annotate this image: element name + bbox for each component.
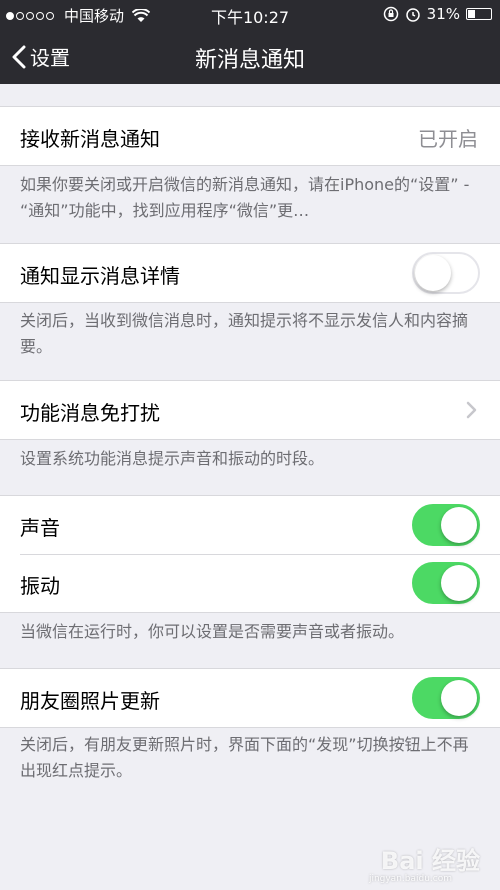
moments-label: 朋友圈照片更新 — [20, 689, 160, 713]
page-title: 新消息通知 — [194, 48, 305, 73]
moments-row: 朋友圈照片更新 — [0, 669, 500, 727]
details-note: 关闭后，当收到微信消息时，通知提示将不显示发信人和内容摘要。 — [20, 311, 469, 356]
moments-group: 朋友圈照片更新 — [0, 668, 500, 728]
show-details-row: 通知显示消息详情 — [0, 244, 500, 302]
show-details-label: 通知显示消息详情 — [20, 264, 180, 288]
vibration-row: 振动 — [0, 554, 500, 612]
rotation-lock-icon — [383, 6, 398, 22]
status-bar: 中国移动 下午10:27 31% — [0, 0, 500, 28]
moments-note: 关闭后，有朋友更新照片时，界面下面的“发现”切换按钮上不再出现红点提示。 — [20, 735, 469, 780]
baidu-watermark: Bai 经验 — [380, 847, 480, 875]
receive-group: 接收新消息通知 已开启 — [0, 106, 500, 166]
nav-bar: 设置 新消息通知 — [0, 28, 500, 84]
dnd-group: 功能消息免打扰 — [0, 380, 500, 440]
receive-notifications-label: 接收新消息通知 — [20, 127, 160, 151]
dnd-row[interactable]: 功能消息免打扰 — [0, 381, 500, 439]
sound-toggle[interactable] — [412, 504, 480, 546]
dnd-label: 功能消息免打扰 — [20, 401, 160, 425]
sound-row: 声音 — [0, 496, 500, 554]
details-group: 通知显示消息详情 — [0, 243, 500, 303]
receive-note: 如果你要关闭或开启微信的新消息通知，请在iPhone的“设置” - “通知”功能… — [20, 175, 470, 220]
vibration-label: 振动 — [20, 574, 60, 598]
baidu-watermark-url: jingyan.baidu.com — [368, 874, 452, 884]
status-right: 31% — [383, 5, 492, 23]
vibration-note: 当微信在运行时，你可以设置是否需要声音或者振动。 — [20, 622, 405, 641]
alarm-icon — [405, 8, 420, 22]
vibration-toggle[interactable] — [412, 562, 480, 604]
receive-notifications-row[interactable]: 接收新消息通知 已开启 — [0, 107, 500, 165]
show-details-toggle[interactable] — [412, 252, 480, 294]
battery-icon — [466, 8, 492, 20]
battery-percent: 31% — [426, 5, 460, 23]
chevron-right-icon — [466, 401, 477, 419]
sound-vibration-group: 声音 振动 — [0, 495, 500, 613]
receive-notifications-value: 已开启 — [418, 127, 478, 151]
moments-toggle[interactable] — [412, 677, 480, 719]
sound-label: 声音 — [20, 516, 60, 540]
dnd-note: 设置系统功能消息提示声音和振动的时段。 — [20, 449, 325, 468]
